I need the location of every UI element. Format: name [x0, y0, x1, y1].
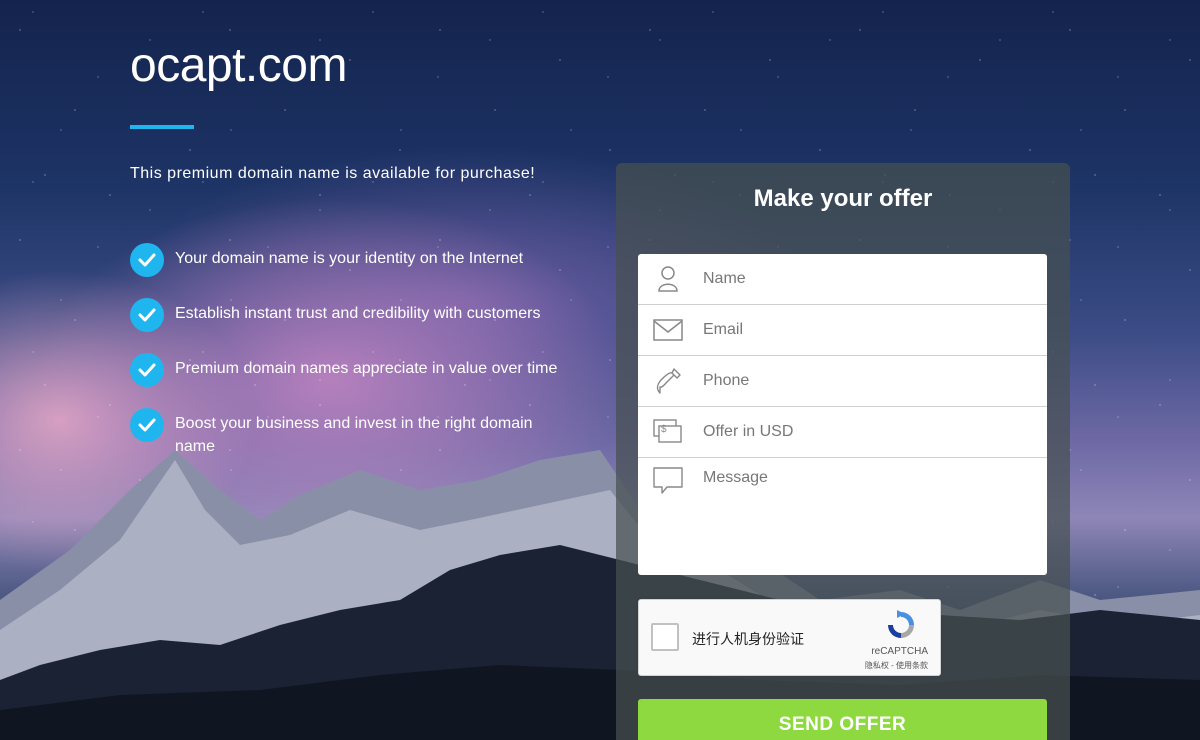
email-input[interactable] [698, 321, 1028, 339]
recaptcha-widget: 进行人机身份验证 reCAPTCHA 隐私权 - 使用条款 [638, 599, 941, 676]
recaptcha-label: 进行人机身份验证 [692, 631, 804, 647]
money-icon: $ [638, 407, 698, 458]
message-input[interactable] [698, 469, 1028, 569]
check-icon [130, 298, 164, 332]
feature-item: Establish instant trust and credibility … [130, 298, 570, 332]
feature-item: Your domain name is your identity on the… [130, 243, 570, 277]
name-input[interactable] [698, 270, 1028, 288]
feature-text: Premium domain names appreciate in value… [175, 360, 558, 377]
recaptcha-links[interactable]: 隐私权 - 使用条款 [865, 660, 928, 671]
check-icon [130, 243, 164, 277]
recaptcha-icon [888, 610, 914, 638]
message-icon [638, 458, 698, 504]
tagline: This premium domain name is available fo… [130, 165, 536, 182]
feature-item: Boost your business and invest in the ri… [130, 408, 570, 458]
message-field-row [638, 458, 1047, 575]
email-field-row [638, 305, 1047, 356]
svg-text:$: $ [661, 424, 667, 435]
feature-text: Establish instant trust and credibility … [175, 305, 541, 322]
offer-panel: Make your offer $ [616, 163, 1070, 740]
feature-text: Your domain name is your identity on the… [175, 250, 524, 267]
offer-field-row: $ [638, 407, 1047, 458]
offer-panel-title: Make your offer [753, 185, 933, 212]
user-icon [638, 254, 698, 305]
phone-field-row [638, 356, 1047, 407]
feature-item: Premium domain names appreciate in value… [130, 353, 570, 387]
feature-text: Boost your business and invest in the ri… [175, 415, 533, 455]
recaptcha-checkbox[interactable] [651, 623, 679, 651]
recaptcha-brand: reCAPTCHA [871, 646, 928, 657]
domain-title: ocapt.com [130, 39, 347, 92]
phone-input[interactable] [698, 372, 1028, 390]
check-icon [130, 408, 164, 442]
check-icon [130, 353, 164, 387]
title-divider [130, 125, 194, 129]
feature-list: Your domain name is your identity on the… [130, 243, 570, 479]
offer-amount-input[interactable] [698, 423, 1028, 441]
offer-form: $ [638, 254, 1047, 575]
envelope-icon [638, 305, 698, 356]
send-offer-button[interactable]: SEND OFFER [638, 699, 1047, 740]
phone-icon [638, 356, 698, 407]
name-field-row [638, 254, 1047, 305]
